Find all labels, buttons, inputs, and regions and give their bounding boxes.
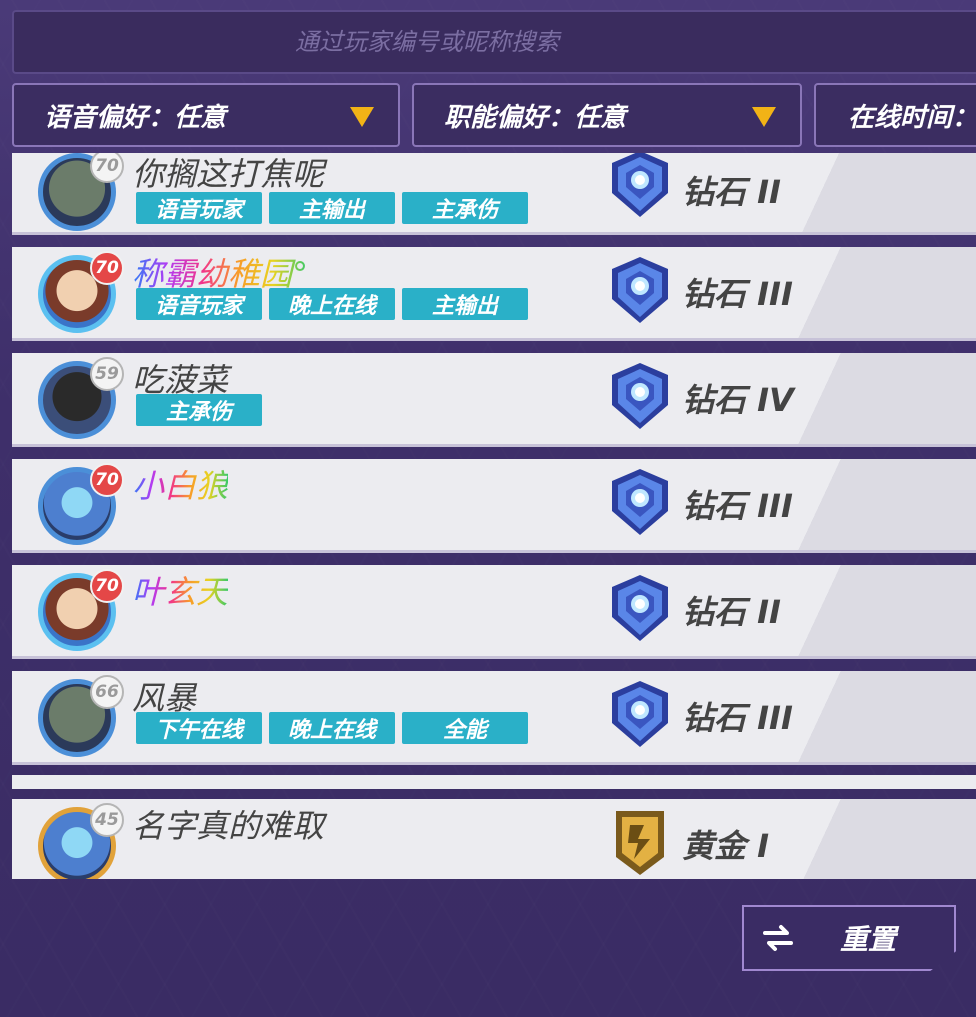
player-tag: 晚上在线 (269, 288, 395, 320)
row-stripe-decoration (762, 565, 976, 656)
rank-label: 黄金 I (682, 827, 770, 865)
player-row[interactable]: 70 你搁这打焦呢 语音玩家 主输出 主承伤 钻石 II (12, 153, 976, 235)
player-name: 你搁这打焦呢 (132, 155, 325, 193)
diamond-rank-icon (610, 361, 670, 431)
avatar[interactable]: 70 (38, 251, 124, 333)
role-preference-label: 职能偏好：任意 (444, 102, 627, 133)
row-stripe-decoration (762, 247, 976, 338)
avatar[interactable]: 70 (38, 569, 124, 651)
player-row[interactable]: 70 小白狼钻石 III (12, 459, 976, 553)
avatar[interactable]: 66 (38, 675, 124, 757)
level-badge: 70 (90, 251, 124, 285)
rank-label: 钻石 II (682, 593, 781, 631)
player-name: 叶玄天 (132, 567, 228, 613)
rank-label: 钻石 II (682, 173, 781, 211)
tag-list: 语音玩家 主输出 主承伤 (136, 192, 528, 224)
row-stripe-decoration (762, 799, 976, 879)
gold-rank-icon (610, 807, 670, 877)
online-time-dropdown[interactable]: 在线时间： (814, 83, 976, 147)
tag-list: 下午在线 晚上在线 全能 (136, 712, 528, 744)
dropdown-arrow-icon (350, 107, 374, 127)
diamond-rank-icon (610, 255, 670, 325)
player-name: 小白狼 (132, 461, 228, 507)
player-tag: 主输出 (269, 192, 395, 224)
player-tag: 下午在线 (136, 712, 262, 744)
rank-label: 钻石 III (682, 699, 793, 737)
level-badge: 45 (90, 803, 124, 837)
reset-button[interactable]: 重置 (742, 905, 956, 971)
level-badge: 70 (90, 569, 124, 603)
diamond-rank-icon (610, 153, 670, 219)
player-tag: 全能 (402, 712, 528, 744)
dropdown-arrow-icon (752, 107, 776, 127)
search-input[interactable] (0, 27, 922, 57)
rank-label: 钻石 IV (682, 381, 794, 419)
player-tag: 主输出 (402, 288, 528, 320)
level-badge: 70 (90, 463, 124, 497)
diamond-rank-icon (610, 679, 670, 749)
player-row[interactable]: 59 吃菠菜 主承伤 钻石 IV (12, 353, 976, 447)
level-badge: 70 (90, 153, 124, 183)
tag-list: 语音玩家 晚上在线 主输出 (136, 288, 528, 320)
row-stripe-decoration (762, 153, 976, 232)
tag-list: 主承伤 (136, 394, 262, 426)
swap-arrows-icon (758, 924, 798, 952)
voice-preference-dropdown[interactable]: 语音偏好：任意 (12, 83, 400, 147)
rank-label: 钻石 III (682, 275, 793, 313)
player-list[interactable]: 70 你搁这打焦呢 语音玩家 主输出 主承伤 钻石 II 70 称霸幼稚园° 语音玩家 晚上在线主… (12, 153, 976, 879)
avatar[interactable]: 59 (38, 357, 124, 439)
partial-row (12, 775, 976, 789)
avatar[interactable]: 45 (38, 803, 124, 879)
player-row[interactable]: 66 风暴 下午在线 晚上在线 全能 钻石 III (12, 671, 976, 765)
row-stripe-decoration (762, 459, 976, 550)
player-row[interactable]: 70 叶玄天钻石 II (12, 565, 976, 659)
avatar[interactable]: 70 (38, 153, 124, 231)
player-row[interactable]: 70 称霸幼稚园° 语音玩家 晚上在线 主输出 钻石 III (12, 247, 976, 341)
player-tag: 语音玩家 (136, 288, 262, 320)
voice-preference-label: 语音偏好：任意 (44, 102, 227, 133)
reset-label: 重置 (840, 923, 897, 956)
rank-label: 钻石 III (682, 487, 793, 525)
online-time-label: 在线时间： (848, 102, 976, 133)
row-stripe-decoration (762, 353, 976, 444)
role-preference-dropdown[interactable]: 职能偏好：任意 (412, 83, 802, 147)
player-tag: 主承伤 (402, 192, 528, 224)
player-tag: 主承伤 (136, 394, 262, 426)
diamond-rank-icon (610, 467, 670, 537)
row-stripe-decoration (762, 671, 976, 762)
level-badge: 66 (90, 675, 124, 709)
player-tag: 晚上在线 (269, 712, 395, 744)
search-bar[interactable] (0, 10, 976, 74)
avatar[interactable]: 70 (38, 463, 124, 545)
level-badge: 59 (90, 357, 124, 391)
player-tag: 语音玩家 (136, 192, 262, 224)
player-row[interactable]: 45 名字真的难取黄金 I (12, 799, 976, 879)
diamond-rank-icon (610, 573, 670, 643)
player-name: 名字真的难取 (132, 807, 325, 845)
